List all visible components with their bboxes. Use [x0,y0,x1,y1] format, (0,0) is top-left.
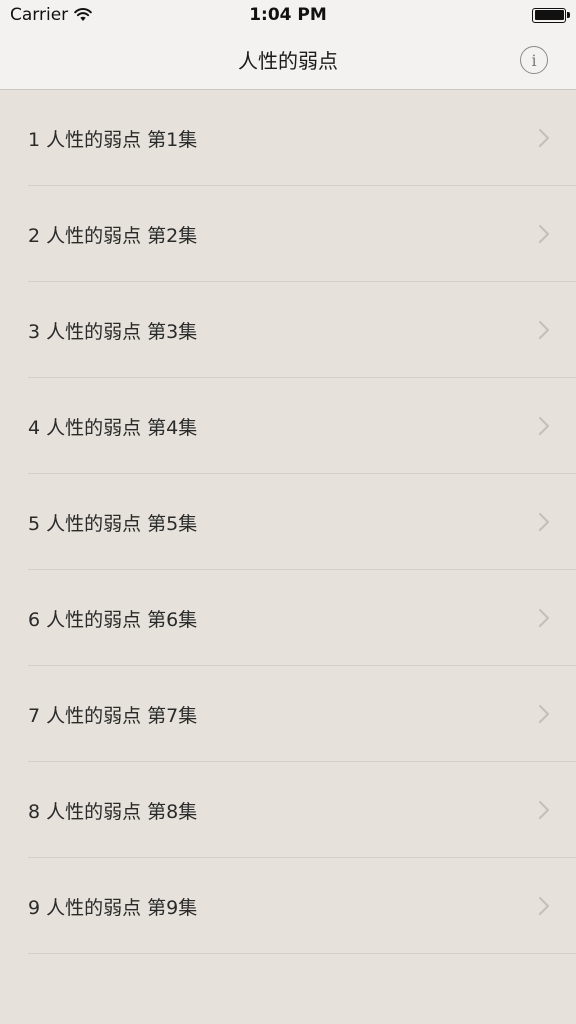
chevron-right-icon [538,512,550,532]
chevron-right-icon [538,896,550,916]
episode-list: 1 人性的弱点 第1集 2 人性的弱点 第2集 3 人性的弱点 第3集 4 人性… [0,90,576,954]
episode-item-6[interactable]: 6 人性的弱点 第6集 [0,570,576,666]
wifi-icon [74,8,92,21]
episode-item-1[interactable]: 1 人性的弱点 第1集 [0,90,576,186]
page-title: 人性的弱点 [238,49,338,73]
battery-icon [532,7,570,23]
chevron-right-icon [538,800,550,820]
episode-label: 3 人性的弱点 第3集 [28,320,198,343]
episode-label: 9 人性的弱点 第9集 [28,896,198,919]
info-button[interactable]: i [520,46,548,74]
episode-item-8[interactable]: 8 人性的弱点 第8集 [0,762,576,858]
episode-item-9[interactable]: 9 人性的弱点 第9集 [0,858,576,954]
episode-item-4[interactable]: 4 人性的弱点 第4集 [0,378,576,474]
status-bar: Carrier 1:04 PM [0,0,576,30]
episode-label: 4 人性的弱点 第4集 [28,416,198,439]
status-left: Carrier [10,5,92,25]
chevron-right-icon [538,416,550,436]
carrier-label: Carrier [10,5,69,25]
battery-fill [534,10,564,20]
episode-item-5[interactable]: 5 人性的弱点 第5集 [0,474,576,570]
episode-item-3[interactable]: 3 人性的弱点 第3集 [0,282,576,378]
chevron-right-icon [538,128,550,148]
episode-label: 2 人性的弱点 第2集 [28,224,198,247]
chevron-right-icon [538,224,550,244]
episode-label: 8 人性的弱点 第8集 [28,800,198,823]
navigation-bar: 人性的弱点 i [0,30,576,90]
chevron-right-icon [538,704,550,724]
episode-item-7[interactable]: 7 人性的弱点 第7集 [0,666,576,762]
chevron-right-icon [538,320,550,340]
episode-label: 1 人性的弱点 第1集 [28,128,198,151]
info-icon: i [531,50,537,70]
episode-label: 6 人性的弱点 第6集 [28,608,198,631]
chevron-right-icon [538,608,550,628]
episode-label: 7 人性的弱点 第7集 [28,704,198,727]
episode-label: 5 人性的弱点 第5集 [28,512,198,535]
episode-item-2[interactable]: 2 人性的弱点 第2集 [0,186,576,282]
